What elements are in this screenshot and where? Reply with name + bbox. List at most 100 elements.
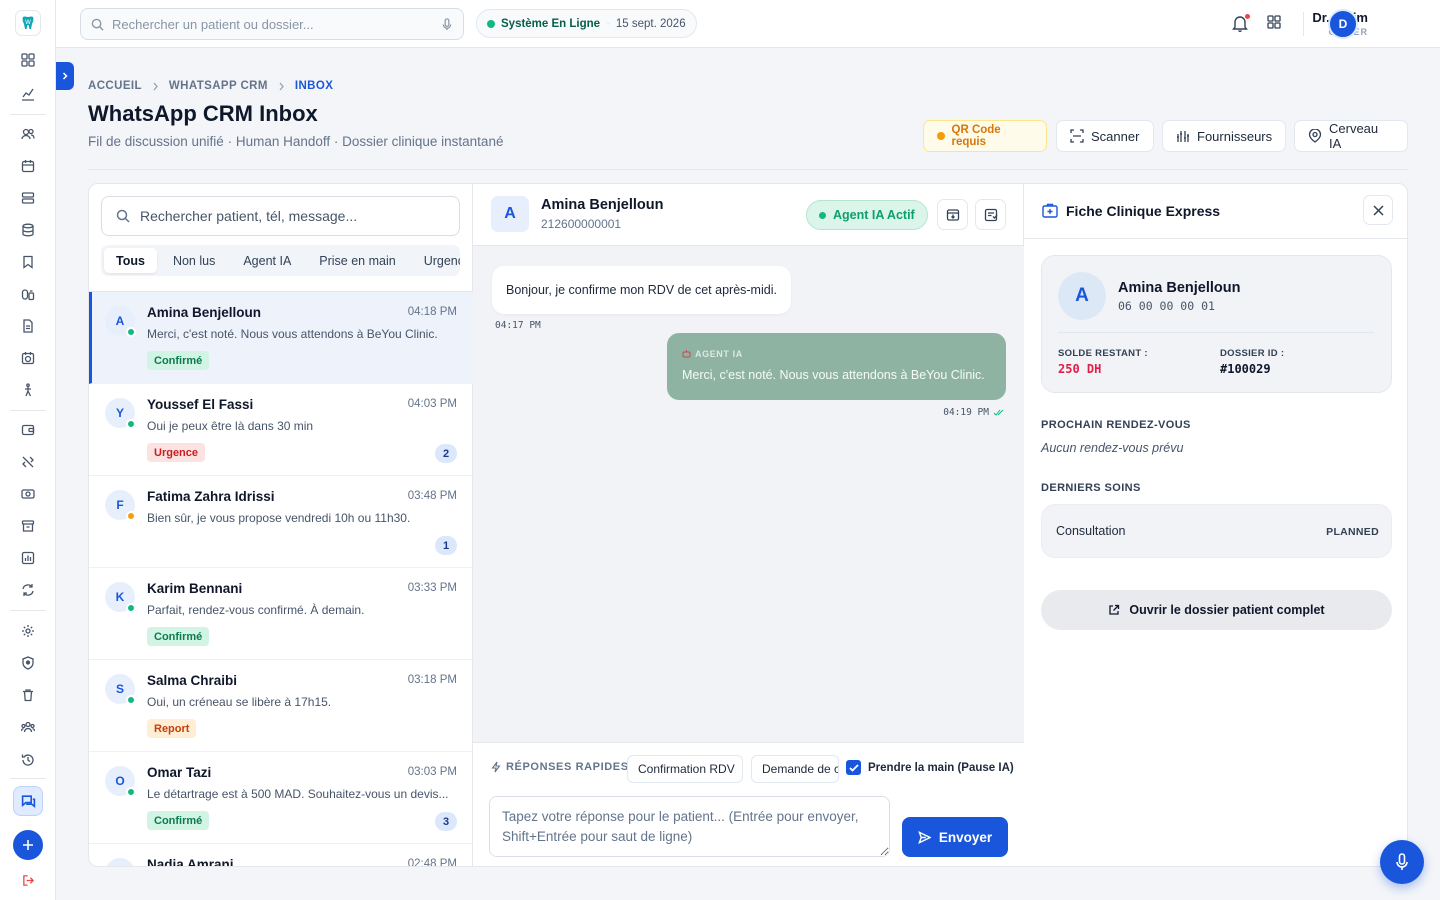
filter-tab-all[interactable]: Tous	[104, 248, 157, 273]
chat-icon[interactable]	[16, 789, 40, 813]
cash-icon[interactable]	[16, 482, 40, 506]
ai-agent-status-toggle[interactable]: Agent IA Actif	[806, 200, 928, 230]
voice-assistant-button[interactable]	[1380, 840, 1424, 884]
breadcrumb-whatsapp-crm[interactable]: WHATSAPP CRM	[169, 80, 268, 92]
sync-icon[interactable]	[16, 578, 40, 602]
document-icon[interactable]	[16, 314, 40, 338]
tools-icon[interactable]	[16, 450, 40, 474]
balance-label: SOLDE RESTANT :	[1058, 348, 1148, 359]
archive-icon[interactable]	[16, 514, 40, 538]
conversation-name: Fatima Zahra Idrissi	[147, 489, 275, 504]
dashboard-icon[interactable]	[16, 48, 40, 72]
reply-textarea[interactable]	[489, 796, 890, 857]
reports-icon[interactable]	[16, 546, 40, 570]
send-button[interactable]: Envoyer	[902, 817, 1008, 857]
checkbox-checked-icon[interactable]	[846, 760, 861, 775]
ai-brain-label: Cerveau IA	[1329, 121, 1379, 151]
quick-reply-confirmation[interactable]: Confirmation RDV	[627, 755, 743, 783]
conversation-item[interactable]: K Karim Bennani 03:33 PM Parfait, rendez-vo…	[89, 568, 473, 660]
conversation-item[interactable]: F Fatima Zahra Idrissi 03:48 PM Bien sûr, j…	[89, 476, 473, 568]
chat-panel: A Amina Benjelloun 212600000001 Agent IA…	[473, 184, 1024, 866]
conversation-item[interactable]: A Amina Benjelloun 04:18 PM Merci, c'est no…	[89, 292, 473, 384]
clinic-sheet-title: Fiche Clinique Express	[1066, 203, 1221, 219]
conversation-preview: Oui je peux être là dans 30 min	[147, 419, 314, 433]
calendar-icon[interactable]	[16, 154, 40, 178]
conversation-status-tag: Urgence	[147, 443, 206, 462]
archive-conversation-button[interactable]	[937, 199, 968, 230]
global-search[interactable]	[80, 8, 464, 40]
conversation-item[interactable]: N Nadia Amrani 02:48 PM	[89, 844, 473, 867]
user-avatar[interactable]: D	[1328, 9, 1358, 39]
apps-grid-icon[interactable]	[1266, 14, 1282, 30]
outgoing-message-bubble: AGENT IA Merci, c'est noté. Nous vous at…	[667, 333, 1006, 400]
system-status-badge: Système En Ligne · 15 sept. 2026	[476, 9, 697, 38]
records-icon[interactable]	[16, 186, 40, 210]
filter-tab-takeover[interactable]: Prise en main	[307, 248, 407, 273]
global-search-input[interactable]	[112, 16, 433, 32]
sidebar-divider	[10, 778, 46, 779]
unread-count-badge: 1	[435, 536, 457, 555]
analytics-icon[interactable]	[16, 82, 40, 106]
conversation-time: 02:48 PM	[407, 858, 457, 867]
online-status-dot	[126, 695, 136, 705]
file-id-label: DOSSIER ID :	[1220, 348, 1285, 359]
conversation-list-panel: Tous Non lus Agent IA Prise en main Urge…	[89, 184, 473, 867]
breadcrumb-home[interactable]: ACCUEIL	[88, 80, 142, 92]
pharmacy-icon[interactable]	[16, 282, 40, 306]
app-logo[interactable]: W	[15, 10, 41, 36]
database-icon[interactable]	[16, 218, 40, 242]
quick-reply-request[interactable]: Demande de c	[751, 755, 839, 783]
conversation-search[interactable]	[101, 196, 460, 236]
online-status-dot	[126, 327, 136, 337]
close-button[interactable]	[1363, 195, 1393, 225]
filter-tab-urgent[interactable]: Urgence	[412, 248, 460, 273]
shield-icon[interactable]	[16, 651, 40, 675]
takeover-checkbox[interactable]: Prendre la main (Pause IA)	[846, 760, 1014, 775]
bookmark-icon[interactable]	[16, 250, 40, 274]
system-status-text: Système En Ligne	[501, 17, 601, 30]
brain-icon	[1308, 129, 1322, 143]
open-patient-file-button[interactable]: Ouvrir le dossier patient complet	[1041, 590, 1392, 630]
search-icon	[91, 18, 104, 31]
conversation-preview: Parfait, rendez-vous confirmé. À demain.	[147, 603, 365, 617]
conversation-item[interactable]: S Salma Chraibi 03:18 PM Oui, un créneau se…	[89, 660, 473, 752]
conversation-name: Youssef El Fassi	[147, 397, 254, 412]
conversation-avatar: N	[105, 858, 135, 866]
ai-brain-button[interactable]: Cerveau IA	[1294, 120, 1408, 152]
scanner-button[interactable]: Scanner	[1056, 120, 1154, 152]
filter-tab-ai-agent[interactable]: Agent IA	[231, 248, 303, 273]
accessibility-icon[interactable]	[16, 378, 40, 402]
logout-icon[interactable]	[16, 868, 40, 892]
history-icon[interactable]	[16, 748, 40, 772]
conversation-item[interactable]: Y Youssef El Fassi 04:03 PM Oui je peux êtr…	[89, 384, 473, 476]
file-id-value: #100029	[1220, 362, 1271, 376]
suppliers-label: Fournisseurs	[1197, 128, 1273, 144]
conversation-search-input[interactable]	[140, 208, 445, 224]
microphone-icon[interactable]	[441, 17, 453, 31]
chevron-right-icon	[152, 82, 159, 91]
conversation-preview: Le détartrage est à 500 MAD. Souhaitez-v…	[147, 787, 449, 801]
trash-icon[interactable]	[16, 683, 40, 707]
conversation-list: A Amina Benjelloun 04:18 PM Merci, c'est no…	[89, 291, 473, 867]
wallet-icon[interactable]	[16, 418, 40, 442]
takeover-label: Prendre la main (Pause IA)	[868, 761, 1014, 774]
breadcrumb-inbox: INBOX	[294, 80, 334, 92]
patient-record-button[interactable]	[975, 199, 1006, 230]
contact-name: Amina Benjelloun	[541, 197, 664, 213]
qr-code-required-button[interactable]: QR Code requis	[923, 120, 1047, 152]
care-name: Consultation	[1056, 524, 1126, 538]
new-item-button[interactable]	[13, 830, 43, 860]
conversation-preview: Merci, c'est noté. Nous vous attendons à…	[147, 327, 438, 341]
warning-dot	[937, 132, 945, 140]
outgoing-message-text: Merci, c'est noté. Nous vous attendons à…	[682, 368, 985, 382]
settings-icon[interactable]	[16, 619, 40, 643]
patients-icon[interactable]	[16, 122, 40, 146]
care-status: PLANNED	[1326, 526, 1379, 538]
filter-tab-unread[interactable]: Non lus	[161, 248, 227, 273]
balance-value: 250 DH	[1058, 362, 1102, 376]
conversation-item[interactable]: O Omar Tazi 03:03 PM Le détartrage est à 50…	[89, 752, 473, 844]
suppliers-button[interactable]: Fournisseurs	[1162, 120, 1286, 152]
team-icon[interactable]	[16, 715, 40, 739]
sidebar-toggle-button[interactable]	[56, 62, 74, 90]
schedule-icon[interactable]	[16, 346, 40, 370]
